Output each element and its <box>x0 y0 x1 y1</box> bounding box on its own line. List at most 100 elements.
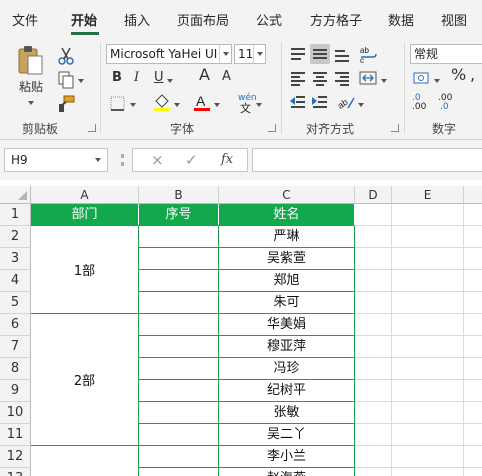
name-cell[interactable]: 张敏 <box>219 402 355 424</box>
number-cell[interactable] <box>139 380 219 402</box>
table-header-number[interactable]: 序号 <box>139 204 219 226</box>
column-header-a[interactable]: A <box>31 186 139 204</box>
cell[interactable] <box>464 336 482 358</box>
cell[interactable] <box>392 446 464 468</box>
grow-font-button[interactable]: A <box>199 67 210 83</box>
cell[interactable] <box>392 380 464 402</box>
column-header-b[interactable]: B <box>139 186 219 204</box>
cell[interactable] <box>392 248 464 270</box>
cell[interactable] <box>464 424 482 446</box>
paste-label[interactable]: 粘贴 <box>19 80 43 94</box>
department-cell[interactable]: 1部 <box>31 226 139 314</box>
cell[interactable] <box>464 402 482 424</box>
merge-dropdown[interactable] <box>381 73 387 87</box>
cell[interactable] <box>355 292 392 314</box>
phonetic-dropdown[interactable] <box>256 97 262 111</box>
enter-icon[interactable]: ✓ <box>185 151 198 169</box>
cell[interactable] <box>464 358 482 380</box>
number-cell[interactable] <box>139 336 219 358</box>
select-all-button[interactable] <box>0 186 31 204</box>
cell[interactable] <box>392 468 464 476</box>
accounting-format-button[interactable] <box>412 68 432 88</box>
cell[interactable] <box>355 248 392 270</box>
row-header-11[interactable]: 11 <box>0 424 31 446</box>
name-cell[interactable]: 李小兰 <box>219 446 355 468</box>
align-top-button[interactable] <box>288 44 308 64</box>
alignment-launcher-icon[interactable] <box>391 124 399 132</box>
tab-home[interactable]: 开始 <box>71 13 97 31</box>
italic-button[interactable]: I <box>134 71 139 85</box>
increase-indent-button[interactable] <box>310 92 330 112</box>
worksheet-grid[interactable]: ABCDE 12345678910111213 部门序号姓名1部2部严琳吴紫萱郑… <box>0 186 482 476</box>
number-cell[interactable] <box>139 468 219 476</box>
row-header-3[interactable]: 3 <box>0 248 31 270</box>
font-size-select[interactable]: 11 <box>234 44 266 64</box>
name-cell[interactable]: 朱可 <box>219 292 355 314</box>
name-cell[interactable]: 赵海燕 <box>219 468 355 476</box>
department-cell[interactable]: 2部 <box>31 314 139 446</box>
number-cell[interactable] <box>139 424 219 446</box>
font-color-dropdown[interactable] <box>214 97 220 111</box>
column-header-e[interactable]: E <box>392 186 464 204</box>
cell[interactable] <box>464 248 482 270</box>
cell[interactable] <box>392 358 464 380</box>
cell[interactable] <box>464 380 482 402</box>
paste-dropdown[interactable] <box>28 95 34 109</box>
comma-style-button[interactable]: , <box>470 67 475 83</box>
department-cell[interactable] <box>31 446 139 476</box>
insert-function-button[interactable]: fx <box>221 151 233 169</box>
underline-dropdown[interactable] <box>167 73 173 87</box>
column-header-f[interactable] <box>464 186 482 204</box>
column-header-c[interactable]: C <box>219 186 355 204</box>
percent-button[interactable]: % <box>451 67 466 83</box>
number-cell[interactable] <box>139 358 219 380</box>
tab-insert[interactable]: 插入 <box>124 13 150 31</box>
font-name-select[interactable]: Microsoft YaHei UI <box>106 44 232 64</box>
row-header-12[interactable]: 12 <box>0 446 31 468</box>
number-cell[interactable] <box>139 446 219 468</box>
decrease-indent-button[interactable] <box>288 92 308 112</box>
tab-fangfang[interactable]: 方方格子 <box>310 13 362 31</box>
cell[interactable] <box>355 270 392 292</box>
fill-color-dropdown[interactable] <box>174 97 180 111</box>
copy-dropdown[interactable] <box>78 79 84 83</box>
align-right-button[interactable] <box>332 68 352 88</box>
cell[interactable] <box>464 468 482 476</box>
cut-button[interactable] <box>56 46 76 66</box>
number-cell[interactable] <box>139 402 219 424</box>
borders-button[interactable] <box>108 94 128 114</box>
cell[interactable] <box>392 270 464 292</box>
font-color-button[interactable]: A <box>192 92 212 112</box>
format-painter-button[interactable] <box>56 94 76 114</box>
name-cell[interactable]: 吴二丫 <box>219 424 355 446</box>
row-header-10[interactable]: 10 <box>0 402 31 424</box>
align-left-button[interactable] <box>288 68 308 88</box>
column-header-d[interactable]: D <box>355 186 392 204</box>
number-cell[interactable] <box>139 248 219 270</box>
cell[interactable] <box>392 314 464 336</box>
merge-center-button[interactable] <box>358 68 378 88</box>
cell[interactable] <box>355 314 392 336</box>
font-launcher-icon[interactable] <box>268 124 276 132</box>
clipboard-launcher-icon[interactable] <box>88 124 96 132</box>
name-cell[interactable]: 严琳 <box>219 226 355 248</box>
cell[interactable] <box>392 402 464 424</box>
cell[interactable] <box>355 358 392 380</box>
align-bottom-button[interactable] <box>332 44 352 64</box>
number-format-select[interactable]: 常规 <box>410 44 482 64</box>
cancel-icon[interactable]: × <box>151 151 164 169</box>
align-center-button[interactable] <box>310 68 330 88</box>
chevron-down-icon[interactable] <box>253 45 265 63</box>
table-header-department[interactable]: 部门 <box>31 204 139 226</box>
bold-button[interactable]: B <box>112 71 122 85</box>
underline-button[interactable]: U <box>154 71 164 85</box>
chevron-down-icon[interactable] <box>219 45 231 63</box>
tab-page-layout[interactable]: 页面布局 <box>177 13 229 31</box>
copy-button[interactable] <box>56 70 86 90</box>
row-header-13[interactable]: 13 <box>0 468 31 476</box>
number-cell[interactable] <box>139 292 219 314</box>
cell[interactable] <box>355 226 392 248</box>
accounting-dropdown[interactable] <box>434 73 440 87</box>
cell[interactable] <box>464 204 482 226</box>
row-header-5[interactable]: 5 <box>0 292 31 314</box>
